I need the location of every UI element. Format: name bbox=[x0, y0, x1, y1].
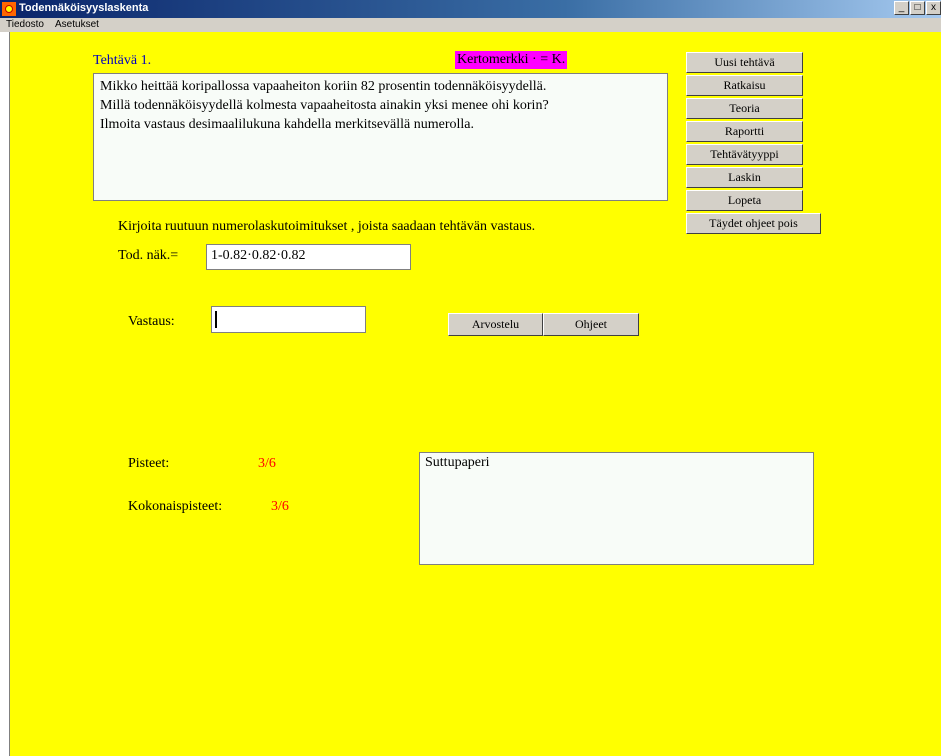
solution-button[interactable]: Ratkaisu bbox=[686, 75, 803, 96]
total-points-label: Kokonaispisteet: bbox=[128, 499, 223, 514]
probability-label: Tod. näk.= bbox=[118, 248, 179, 263]
task-number: Tehtävä 1. bbox=[93, 53, 152, 68]
grade-button[interactable]: Arvostelu bbox=[448, 313, 543, 336]
full-instructions-off-button[interactable]: Täydet ohjeet pois bbox=[686, 213, 821, 234]
scratchpad-area[interactable]: Suttupaperi bbox=[419, 452, 814, 565]
problem-line: Millä todennäköisyydellä kolmesta vapaah… bbox=[100, 98, 549, 113]
answer-label: Vastaus: bbox=[128, 314, 175, 329]
problem-text-box: Mikko heittää koripallossa vapaaheiton k… bbox=[93, 73, 668, 201]
calculator-button[interactable]: Laskin bbox=[686, 167, 803, 188]
window-title: Todennäköisyyslaskenta bbox=[19, 2, 149, 14]
text-caret bbox=[215, 311, 217, 328]
new-task-button[interactable]: Uusi tehtävä bbox=[686, 52, 803, 73]
menu-tiedosto[interactable]: Tiedosto bbox=[6, 19, 44, 30]
task-type-button[interactable]: Tehtävätyyppi bbox=[686, 144, 803, 165]
problem-line: Ilmoita vastaus desimaalilukuna kahdella… bbox=[100, 117, 474, 132]
help-button[interactable]: Ohjeet bbox=[543, 313, 639, 336]
menu-bar: Tiedosto Asetukset bbox=[0, 18, 941, 32]
report-button[interactable]: Raportti bbox=[686, 121, 803, 142]
menu-asetukset[interactable]: Asetukset bbox=[55, 19, 99, 30]
title-bar: Todennäköisyyslaskenta _ □ x bbox=[0, 0, 941, 18]
window-controls: _ □ x bbox=[893, 1, 941, 17]
minimize-button[interactable]: _ bbox=[894, 1, 909, 15]
instruction-text: Kirjoita ruutuun numerolaskutoimitukset … bbox=[118, 219, 536, 234]
total-points-value: 3/6 bbox=[271, 499, 289, 514]
answer-input[interactable] bbox=[211, 306, 366, 333]
app-icon bbox=[2, 2, 16, 16]
probability-input[interactable]: 1-0.82·0.82·0.82 bbox=[206, 244, 411, 270]
left-border-strip bbox=[0, 32, 10, 756]
points-label: Pisteet: bbox=[128, 456, 170, 471]
theory-button[interactable]: Teoria bbox=[686, 98, 803, 119]
scratchpad-title: Suttupaperi bbox=[425, 455, 490, 470]
quit-button[interactable]: Lopeta bbox=[686, 190, 803, 211]
multiply-sign-hint: Kertomerkki · = K. bbox=[455, 51, 568, 69]
maximize-button[interactable]: □ bbox=[910, 1, 925, 15]
problem-line: Mikko heittää koripallossa vapaaheiton k… bbox=[100, 79, 547, 94]
close-button[interactable]: x bbox=[926, 1, 941, 15]
points-value: 3/6 bbox=[258, 456, 276, 471]
main-panel: Tehtävä 1. Kertomerkki · = K. Mikko heit… bbox=[10, 32, 941, 756]
